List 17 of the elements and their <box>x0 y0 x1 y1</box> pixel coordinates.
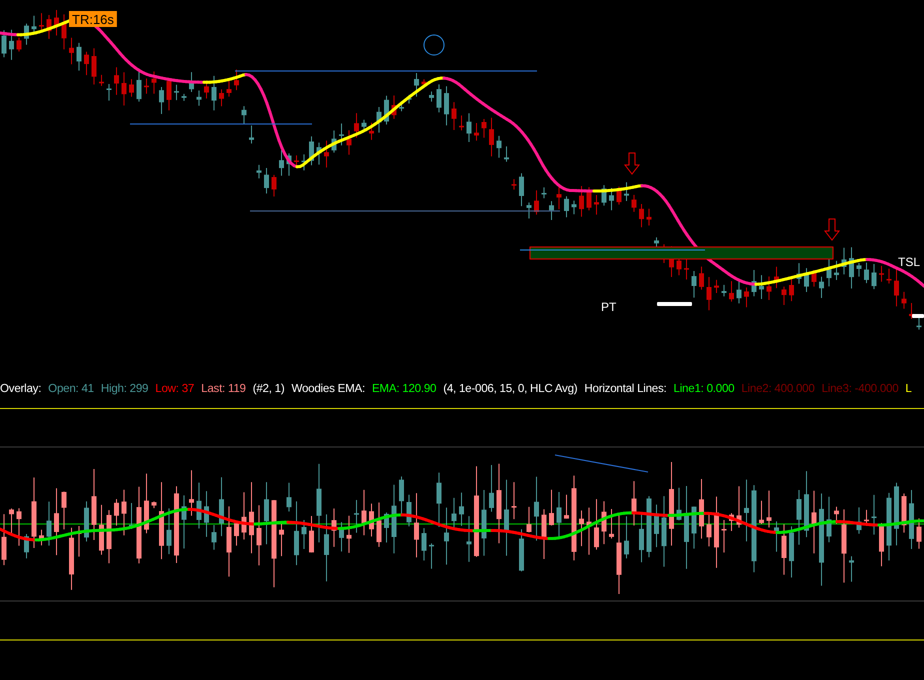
legend-text: Line3: -400.000 <box>822 381 898 398</box>
chart-label: TSL <box>898 255 920 269</box>
legend-text: L <box>905 381 912 398</box>
chart-label: PT <box>601 300 616 314</box>
legend-text: Horizontal Lines: <box>584 381 667 398</box>
legend-text: Overlay: <box>0 381 42 398</box>
legend-text: High: 299 <box>100 381 148 398</box>
legend-text: (#2, 1) <box>252 381 284 398</box>
timer-badge: TR:16s <box>69 11 117 27</box>
legend-text: Woodies EMA: <box>291 381 365 398</box>
legend-text: Line1: 0.000 <box>674 381 734 398</box>
legend-text: Low: 37 <box>155 381 194 398</box>
legend-text: Open: 41 <box>48 381 94 398</box>
legend-text: Last: 119 <box>201 381 246 398</box>
legend-text: EMA: 120.90 <box>372 381 436 398</box>
legend-text: Line2: 400.000 <box>741 381 815 398</box>
legend-text: (4, 1e-006, 15, 0, HLC Avg) <box>443 381 578 398</box>
